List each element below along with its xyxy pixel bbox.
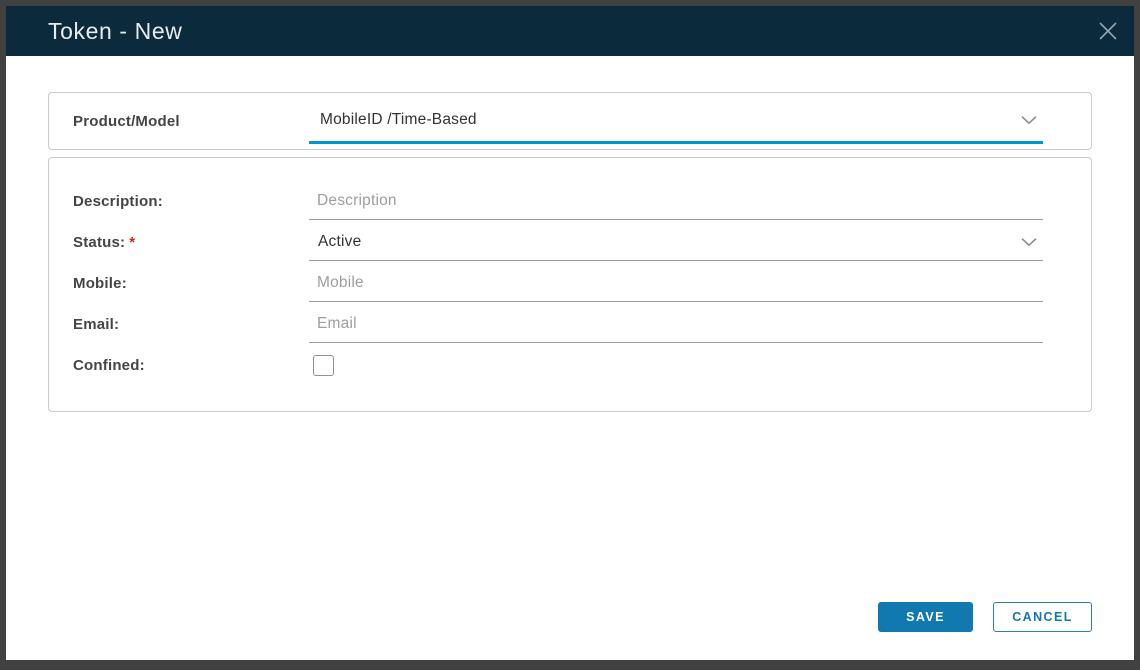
description-input[interactable] — [309, 183, 1043, 219]
status-label: Status:* — [49, 234, 309, 251]
confined-checkbox[interactable] — [313, 355, 334, 376]
chevron-down-icon — [1021, 234, 1037, 252]
form-row-email: Email: — [49, 304, 1091, 345]
form-row-mobile: Mobile: — [49, 263, 1091, 304]
dialog-header: Token - New — [6, 6, 1134, 56]
dialog-body: Product/Model MobileID /Time-Based Descr… — [6, 56, 1134, 660]
form-row-confined: Confined: — [49, 345, 1091, 386]
product-model-select[interactable]: MobileID /Time-Based — [309, 98, 1043, 144]
dialog-footer: SAVE CANCEL — [878, 602, 1092, 632]
token-new-dialog: Token - New Product/Model MobileID /Time… — [6, 6, 1134, 660]
confined-control — [309, 347, 1043, 384]
product-model-card: Product/Model MobileID /Time-Based — [48, 92, 1092, 150]
cancel-button[interactable]: CANCEL — [993, 602, 1092, 632]
description-control — [309, 183, 1043, 220]
mobile-input[interactable] — [309, 265, 1043, 301]
confined-label: Confined: — [49, 357, 309, 374]
status-select[interactable]: Active — [309, 224, 1043, 261]
mobile-control — [309, 265, 1043, 302]
close-icon — [1097, 20, 1119, 42]
description-label: Description: — [49, 193, 309, 210]
status-value: Active — [309, 233, 361, 251]
product-model-value: MobileID /Time-Based — [309, 111, 477, 129]
token-form-card: Description: Status:* Active — [48, 157, 1092, 412]
form-row-description: Description: — [49, 181, 1091, 222]
form-row-status: Status:* Active — [49, 222, 1091, 263]
chevron-down-icon — [1021, 111, 1037, 129]
mobile-label: Mobile: — [49, 275, 309, 292]
email-label: Email: — [49, 316, 309, 333]
required-asterisk: * — [129, 234, 135, 251]
email-input[interactable] — [309, 306, 1043, 342]
close-button[interactable] — [1094, 17, 1122, 45]
email-control — [309, 306, 1043, 343]
product-model-label: Product/Model — [49, 113, 309, 130]
modal-backdrop: Token - New Product/Model MobileID /Time… — [0, 0, 1140, 670]
save-button[interactable]: SAVE — [878, 602, 973, 632]
dialog-title: Token - New — [48, 18, 182, 45]
